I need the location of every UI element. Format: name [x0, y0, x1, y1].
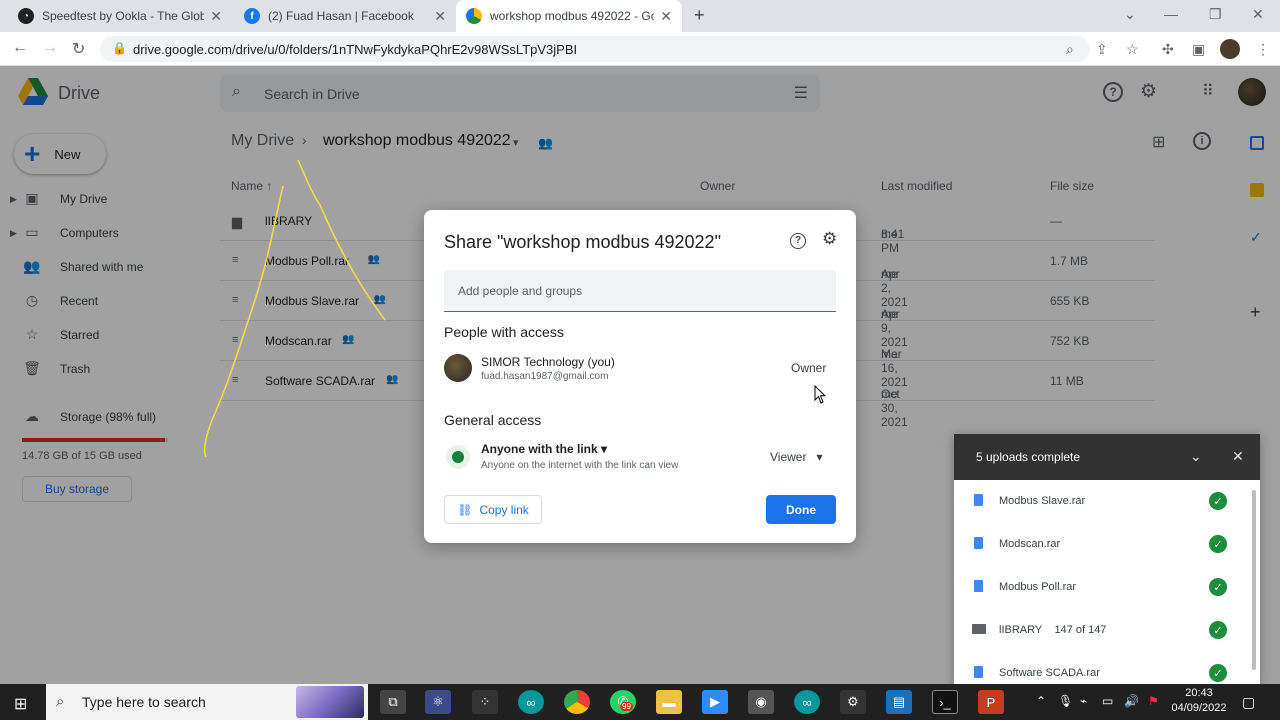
copy-link-label: Copy link — [479, 502, 529, 517]
list-item[interactable]: Modscan.rar ✓ — [954, 523, 1260, 566]
add-people-input[interactable]: Add people and groups — [444, 270, 836, 312]
check-complete-icon: ✓ — [1209, 664, 1227, 682]
app-icon[interactable]: ▤ — [886, 690, 912, 714]
taskbar: ⊞ ⌕ Type here to search ⧉ ⚛ ⁘ ∞ ✆ 99 ▬ ▶… — [0, 684, 1280, 720]
people-access-heading: People with access — [444, 324, 564, 340]
general-access-heading: General access — [444, 412, 542, 428]
dialog-title: Share "workshop modbus 492022" — [444, 232, 721, 252]
list-item[interactable]: lIBRARY 147 of 147 ✓ — [954, 609, 1260, 652]
file-icon — [974, 537, 983, 549]
file-explorer-icon[interactable]: ▬ — [656, 690, 682, 714]
search-highlight-image — [296, 686, 364, 718]
file-icon — [974, 666, 983, 678]
uploads-title: 5 uploads complete — [976, 450, 1081, 464]
file-icon — [974, 580, 983, 592]
volume-icon[interactable]: 🔊 — [1124, 694, 1139, 708]
upload-name: lIBRARY 147 of 147 — [999, 624, 1106, 636]
mouse-cursor-icon — [814, 385, 827, 404]
copy-link-button[interactable]: ⛓ Copy link — [444, 495, 542, 524]
access-dropdown[interactable]: Anyone with the link ▾ — [481, 442, 607, 456]
taskbar-search[interactable]: ⌕ Type here to search — [46, 684, 368, 720]
powerpoint-icon[interactable]: P — [978, 690, 1004, 714]
camera-icon[interactable]: ◉ — [748, 690, 774, 714]
upload-name: Software SCADA.rar — [999, 667, 1100, 679]
avatar — [444, 354, 472, 382]
person-name: SIMOR Technology (you) — [481, 355, 615, 369]
close-icon[interactable]: ✕ — [1232, 448, 1244, 465]
check-complete-icon: ✓ — [1209, 578, 1227, 596]
settings-gear-icon[interactable]: ⚙ — [840, 690, 866, 714]
role-label: Viewer — [770, 450, 807, 464]
clock-date: 04/09/2022 — [1171, 702, 1227, 714]
upload-file-name: Software SCADA.rar — [999, 667, 1100, 679]
help-icon[interactable]: ? — [790, 233, 806, 249]
uploads-scrollbar[interactable] — [1252, 490, 1256, 670]
notifications-icon[interactable]: ▢ — [1242, 694, 1255, 711]
access-description: Anyone on the internet with the link can… — [481, 460, 679, 471]
upload-file-name: lIBRARY — [999, 624, 1043, 636]
person-email: fuad.hasan1987@gmail.com — [481, 371, 609, 382]
battery-icon[interactable]: ▭ — [1102, 694, 1113, 708]
windows-start-icon[interactable]: ⊞ — [14, 694, 27, 714]
globe-icon — [446, 445, 470, 469]
link-icon: ⛓ — [457, 502, 473, 517]
app-icon[interactable]: ⚛ — [425, 690, 451, 714]
upload-file-name: Modbus Poll.rar — [999, 581, 1077, 593]
arduino-icon[interactable]: ∞ — [794, 690, 820, 714]
microphone-icon[interactable]: 🎙 — [1058, 694, 1073, 708]
person-role: Owner — [791, 361, 827, 375]
list-item[interactable]: Modbus Poll.rar ✓ — [954, 566, 1260, 609]
share-settings-gear-icon[interactable]: ⚙ — [822, 229, 837, 249]
clock-time: 20:43 — [1185, 687, 1213, 699]
done-button[interactable]: Done — [766, 495, 836, 524]
check-complete-icon: ✓ — [1209, 492, 1227, 510]
upload-name: Modbus Poll.rar — [999, 581, 1076, 593]
upload-file-name: Modbus Slave.rar — [999, 495, 1086, 507]
caret-down-icon: ▾ — [816, 450, 823, 464]
search-icon: ⌕ — [56, 693, 65, 710]
app-tray-icon[interactable]: ⚑ — [1148, 694, 1159, 708]
check-complete-icon: ✓ — [1209, 535, 1227, 553]
access-name: Anyone with the link — [481, 442, 598, 456]
role-dropdown[interactable]: Viewer ▾ — [770, 450, 823, 464]
chrome-icon[interactable] — [564, 690, 590, 714]
list-item[interactable]: Software SCADA.rar ✓ — [954, 652, 1260, 684]
collapse-chevron-icon[interactable]: ⌄ — [1190, 448, 1202, 465]
network-icon[interactable]: ⌁ — [1080, 694, 1087, 708]
list-item[interactable]: Modbus Slave.rar ✓ — [954, 480, 1260, 523]
caret-down-icon: ▾ — [601, 442, 608, 456]
file-icon — [974, 494, 983, 506]
app-icon[interactable]: ⁘ — [472, 690, 498, 714]
upload-name: Modscan.rar — [999, 538, 1060, 550]
upload-name: Modbus Slave.rar — [999, 495, 1085, 507]
add-people-placeholder: Add people and groups — [458, 284, 583, 298]
whatsapp-badge: 99 — [620, 702, 633, 711]
system-clock[interactable]: 20:43 04/09/2022 — [1170, 686, 1228, 716]
arduino-icon[interactable]: ∞ — [518, 690, 544, 714]
check-complete-icon: ✓ — [1209, 621, 1227, 639]
taskbar-search-placeholder: Type here to search — [82, 694, 206, 710]
upload-detail: 147 of 147 — [1054, 624, 1107, 636]
folder-icon — [972, 624, 986, 634]
uploads-header: 5 uploads complete ⌄ ✕ — [954, 434, 1260, 480]
uploads-panel: 5 uploads complete ⌄ ✕ Modbus Slave.rar ✓… — [954, 434, 1260, 684]
terminal-icon[interactable]: ›_ — [932, 690, 958, 714]
tray-chevron-icon[interactable]: ⌃ — [1036, 694, 1046, 708]
task-view-icon[interactable]: ⧉ — [380, 690, 406, 714]
share-dialog: Share "workshop modbus 492022" ? ⚙ Add p… — [424, 210, 856, 543]
upload-file-name: Modscan.rar — [999, 538, 1061, 550]
zoom-app-icon[interactable]: ▶ — [702, 690, 728, 714]
